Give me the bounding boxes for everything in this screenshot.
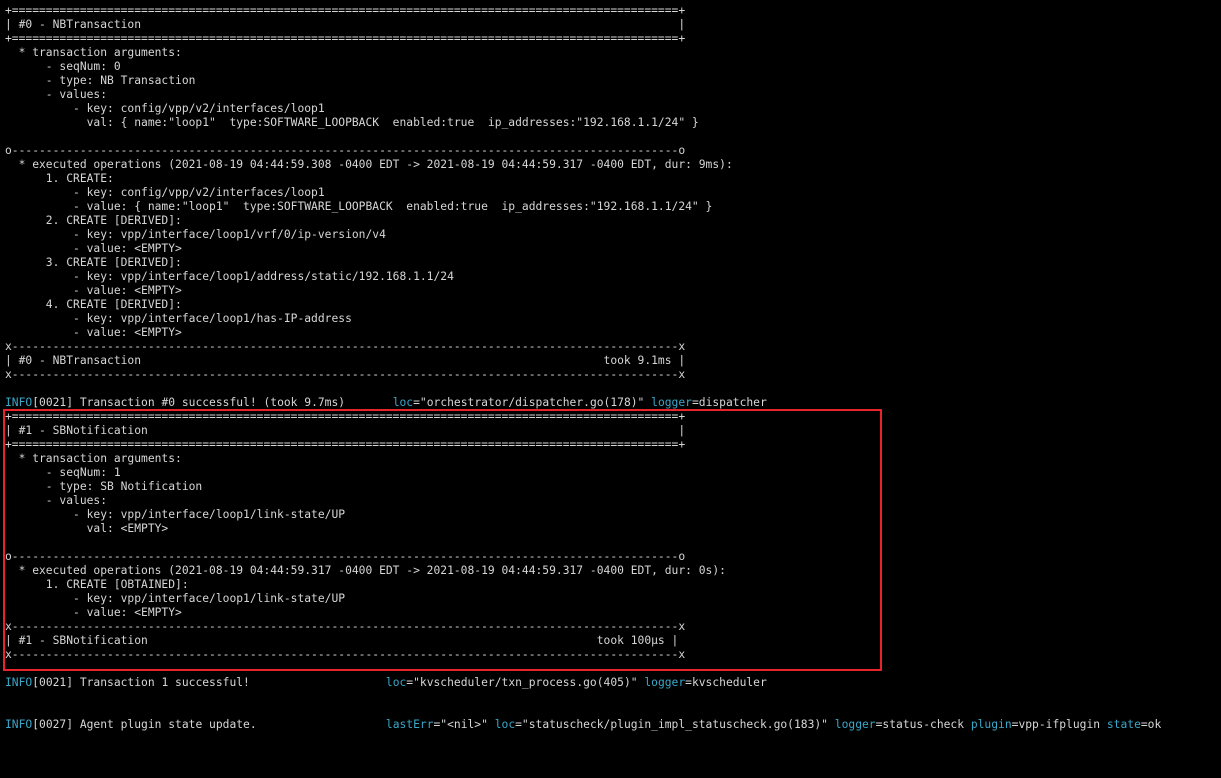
terminal-line: - value: <EMPTY>	[5, 326, 182, 339]
log-line-plugin-state: INFO[0027] Agent plugin state update. la…	[5, 718, 1161, 732]
terminal-line: 1. CREATE [OBTAINED]:	[5, 578, 189, 591]
terminal-line: - value: { name:"loop1" type:SOFTWARE_LO…	[5, 200, 713, 213]
terminal-line: | #1 - SBNotification took 100µs |	[5, 634, 679, 647]
log-field-key: lastErr	[385, 718, 434, 731]
log-field-key: logger	[651, 396, 692, 409]
terminal-line: - key: config/vpp/v2/interfaces/loop1	[5, 186, 325, 199]
log-field-value: =vpp-ifplugin	[1011, 718, 1107, 731]
log-field-value: =kvscheduler	[685, 676, 767, 689]
terminal-line: - key: vpp/interface/loop1/has-IP-addres…	[5, 312, 352, 325]
terminal-line: | #0 - NBTransaction took 9.1ms |	[5, 354, 686, 367]
log-field-value: =dispatcher	[691, 396, 767, 409]
terminal-line: - type: SB Notification	[5, 480, 203, 493]
terminal-line: * executed operations (2021-08-19 04:44:…	[5, 564, 726, 577]
log-line-transaction-1: INFO[0021] Transaction 1 successful! loc…	[5, 676, 767, 690]
terminal-line: - key: vpp/interface/loop1/link-state/UP	[5, 508, 346, 521]
terminal-line: - seqNum: 1	[5, 466, 121, 479]
log-level: INFO	[5, 396, 33, 409]
terminal-line: +=======================================…	[5, 410, 686, 423]
terminal-line: - values:	[5, 88, 108, 101]
terminal-line: | #0 - NBTransaction |	[5, 18, 686, 31]
log-field-value: ="orchestrator/dispatcher.go(178)"	[413, 396, 652, 409]
terminal-line: - value: <EMPTY>	[5, 606, 182, 619]
terminal-line: val: <EMPTY>	[5, 522, 169, 535]
log-field-key: loc	[385, 676, 407, 689]
terminal-line: * transaction arguments:	[5, 46, 182, 59]
terminal-line: 3. CREATE [DERIVED]:	[5, 256, 182, 269]
terminal-line: - value: <EMPTY>	[5, 242, 182, 255]
terminal-line: 1. CREATE:	[5, 172, 114, 185]
log-field-key: plugin	[970, 718, 1012, 731]
log-field-value: =status-check	[875, 718, 971, 731]
terminal-line: +=======================================…	[5, 438, 686, 451]
terminal-line: - values:	[5, 494, 108, 507]
terminal-line: 2. CREATE [DERIVED]:	[5, 214, 182, 227]
log-field-key: logger	[834, 718, 876, 731]
log-field-key: loc	[392, 396, 414, 409]
terminal-line: x---------------------------------------…	[5, 620, 686, 633]
terminal-window[interactable]: +=======================================…	[0, 0, 1221, 778]
log-field-value: ="<nil>"	[433, 718, 495, 731]
terminal-line: o---------------------------------------…	[5, 144, 686, 157]
terminal-line: - key: vpp/interface/loop1/link-state/UP	[5, 592, 346, 605]
terminal-line: x---------------------------------------…	[5, 340, 686, 353]
terminal-line: | #1 - SBNotification |	[5, 424, 686, 437]
log-field-value: =ok	[1140, 718, 1162, 731]
terminal-line: - key: vpp/interface/loop1/vrf/0/ip-vers…	[5, 228, 386, 241]
terminal-line: +=======================================…	[5, 4, 686, 17]
terminal-line: 4. CREATE [DERIVED]:	[5, 298, 182, 311]
log-field-key: state	[1106, 718, 1141, 731]
terminal-line: - seqNum: 0	[5, 60, 121, 73]
log-field-value: ="kvscheduler/txn_process.go(405)"	[406, 676, 645, 689]
log-line-transaction-0: INFO[0021] Transaction #0 successful! (t…	[5, 396, 767, 410]
log-message: [0027] Agent plugin state update.	[32, 718, 386, 731]
terminal-line: o---------------------------------------…	[5, 550, 686, 563]
log-level: INFO	[5, 676, 33, 689]
log-level: INFO	[5, 718, 33, 731]
terminal-line: * executed operations (2021-08-19 04:44:…	[5, 158, 733, 171]
log-message: [0021] Transaction #0 successful! (took …	[32, 396, 393, 409]
terminal-line: - key: vpp/interface/loop1/address/stati…	[5, 270, 454, 283]
log-field-key: logger	[644, 676, 686, 689]
terminal-line: - value: <EMPTY>	[5, 284, 182, 297]
log-message: [0021] Transaction 1 successful!	[32, 676, 386, 689]
terminal-line: * transaction arguments:	[5, 452, 182, 465]
log-field-key: loc	[494, 718, 516, 731]
log-field-value: ="statuscheck/plugin_impl_statuscheck.go…	[515, 718, 835, 731]
terminal-line: - type: NB Transaction	[5, 74, 196, 87]
terminal-line: x---------------------------------------…	[5, 648, 686, 661]
terminal-line: x---------------------------------------…	[5, 368, 686, 381]
terminal-line: val: { name:"loop1" type:SOFTWARE_LOOPBA…	[5, 116, 699, 129]
terminal-line: - key: config/vpp/v2/interfaces/loop1	[5, 102, 325, 115]
terminal-line: +=======================================…	[5, 32, 686, 45]
